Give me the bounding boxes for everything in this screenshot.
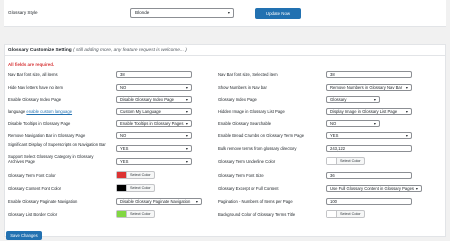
content-font-color-swatch (117, 185, 127, 191)
disable-tooltips-label: Disable Tooltips in Glossary Page (8, 121, 71, 126)
bulk-remove-label: Bulk remove terms from glossary director… (218, 146, 297, 151)
customize-note-text: ( still adding more, any feature request… (73, 47, 187, 53)
select-category-select[interactable]: YES (116, 158, 192, 165)
nav-font-size-selected-label: Nav Bar font size, Selected item (218, 72, 278, 77)
superscripts-label: Significant Display of Superscripts on N… (8, 142, 106, 147)
disable-tooltips-select[interactable]: Enable Tooltips in Glossary Pages (116, 120, 192, 127)
show-numbers-nav-select[interactable]: Remove Numbers in Glossary Nav Bar (326, 84, 412, 91)
enable-index-page-select[interactable]: Disable Glossary Index Page (116, 96, 192, 103)
required-fields-note: All fields are required. (8, 62, 55, 67)
glossary-style-select[interactable]: Blonde (130, 8, 234, 18)
nav-font-size-all-label: Nav Bar font size, all items (8, 72, 58, 77)
list-border-color-label: Glossary List Border Color (8, 212, 58, 217)
term-font-color-button[interactable]: Select Color (116, 171, 155, 179)
excerpt-or-full-select[interactable]: Use Full Glossary Content in Glossary Pa… (326, 185, 422, 192)
hide-nav-letters-select[interactable]: NO (116, 84, 192, 91)
paginate-navigation-label: Enable Glossary Paginate Navigation (8, 199, 78, 204)
enable-custom-language-link[interactable]: enable custom language (26, 109, 72, 114)
hidden-image-label: Hidden Image in Glossary List Page (218, 109, 285, 114)
term-underline-color-label: Glossary Term Underline Color (218, 159, 276, 164)
superscripts-select[interactable]: YES (116, 145, 192, 152)
content-font-color-label: Glossary Content Font Color (8, 186, 62, 191)
terms-title-bg-color-swatch (327, 211, 337, 217)
index-page-select[interactable]: Glossary (326, 96, 380, 103)
enable-index-page-label: Enable Glossary Index Page (8, 97, 62, 102)
customize-title-text: Glossary Customize Setting (8, 47, 72, 53)
glossary-style-label: Glossary Style (8, 10, 38, 15)
term-underline-color-swatch (327, 158, 337, 164)
select-category-label: Support Select Glossary Category in Glos… (8, 154, 94, 164)
term-font-color-text: Select Color (130, 173, 151, 177)
term-underline-color-button[interactable]: Select Color (326, 157, 365, 165)
remove-nav-bar-select[interactable]: NO (116, 132, 192, 139)
save-changes-button[interactable]: Save Changes (6, 231, 42, 240)
searchable-select[interactable]: NO (326, 120, 380, 127)
customize-settings-title: Glossary Customize Setting ( still addin… (8, 48, 187, 53)
terms-title-bg-color-button[interactable]: Select Color (326, 210, 365, 218)
items-per-page-label: Pagination - Numbers of Items per Page (218, 199, 293, 204)
index-page-label: Glossary Index Page (218, 97, 257, 102)
show-numbers-nav-label: Show Numbers in Nav bar (218, 85, 267, 90)
bread-crumbs-label: Enable Bread Crumbs on Glossary Term Pag… (218, 133, 305, 138)
remove-nav-bar-label: Remove Navigation Bar in Glossary Page (8, 133, 86, 138)
content-font-color-text: Select Color (130, 186, 151, 190)
terms-title-bg-color-label: Background Color of Glossary Terms Title (218, 212, 296, 217)
list-border-color-swatch (117, 211, 127, 217)
excerpt-or-full-label: Glossary Excerpt or Full Content (218, 186, 279, 191)
bread-crumbs-select[interactable]: YES (326, 132, 412, 139)
terms-title-bg-color-text: Select Color (340, 212, 361, 216)
term-font-color-label: Glossary Term Font Color (8, 173, 56, 178)
term-underline-color-text: Select Color (340, 159, 361, 163)
language-label-text: language (8, 109, 26, 114)
hidden-image-select[interactable]: Display Image in Glossary List Page (326, 108, 412, 115)
hide-nav-letters-label: Hide Nav letters have no item (8, 85, 63, 90)
term-font-size-input[interactable]: 36 (326, 172, 412, 179)
list-border-color-button[interactable]: Select Color (116, 210, 155, 218)
nav-font-size-selected-input[interactable]: 38 (326, 71, 412, 78)
term-font-color-swatch (117, 172, 127, 178)
bulk-remove-input[interactable]: 243,122 (326, 145, 412, 152)
searchable-label: Enable Glossary Searchable (218, 121, 272, 126)
language-label: language enable custom language (8, 109, 72, 115)
paginate-navigation-select[interactable]: Disable Glossary Paginate Navigation (116, 198, 202, 205)
items-per-page-input[interactable]: 100 (326, 198, 412, 205)
nav-font-size-all-input[interactable]: 38 (116, 71, 192, 78)
term-font-size-label: Glossary Term Font Size (218, 173, 264, 178)
list-border-color-text: Select Color (130, 212, 151, 216)
update-now-button[interactable]: Update Now (255, 8, 301, 19)
content-font-color-button[interactable]: Select Color (116, 184, 155, 192)
language-select[interactable]: Custom My Language (116, 108, 192, 115)
